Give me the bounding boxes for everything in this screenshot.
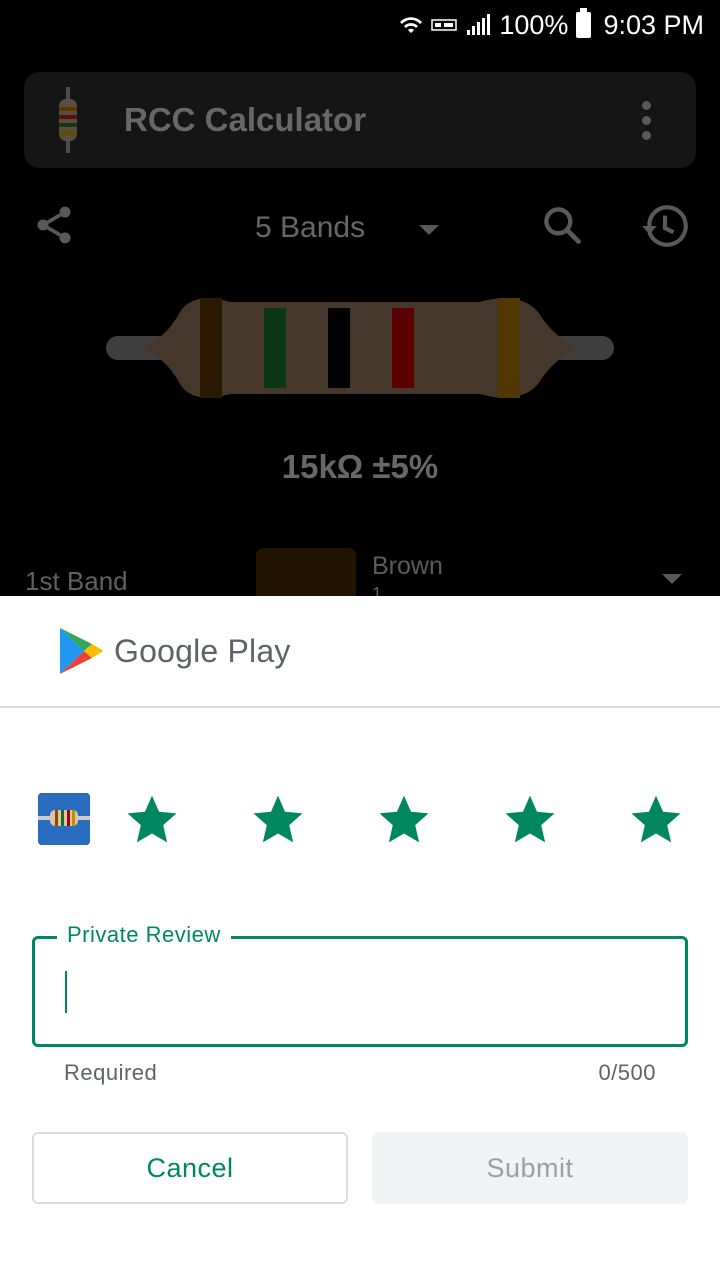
overflow-menu-icon[interactable] [626, 90, 666, 150]
star-1-icon[interactable] [123, 791, 181, 847]
battery-icon [576, 8, 592, 38]
network-type-icon [431, 16, 458, 34]
private-review-label: Private Review [57, 922, 231, 948]
star-5-icon[interactable] [627, 791, 685, 847]
resistor-graphic [106, 298, 614, 398]
toolbar-row: 5 Bands [0, 195, 720, 265]
chevron-down-icon [419, 225, 440, 235]
bands-dropdown[interactable]: 5 Bands [255, 211, 440, 245]
google-play-brand: Google Play [114, 632, 291, 669]
text-cursor [65, 971, 67, 1013]
chevron-down-icon [662, 574, 682, 584]
resistor-band-5 [498, 298, 520, 398]
resistor-band-1 [200, 298, 222, 398]
resistance-value: 15kΩ ±5% [281, 448, 439, 485]
status-bar: 100% 9:03 PM [0, 0, 720, 50]
submit-button[interactable]: Submit [372, 1132, 688, 1204]
required-hint: Required [64, 1060, 158, 1085]
band-color-swatch [256, 548, 356, 598]
app-title: RCC Calculator [124, 101, 367, 138]
app-icon [38, 793, 90, 845]
resistor-band-2 [264, 308, 286, 388]
google-play-header: Google Play [0, 596, 720, 708]
star-3-icon[interactable] [375, 791, 433, 847]
private-review-field[interactable]: Private Review [32, 922, 688, 1047]
character-counter: 0/500 [598, 1060, 656, 1085]
band-row-1st[interactable]: 1st Band Brown 1 [0, 548, 720, 604]
band-label: 1st Band [25, 566, 128, 596]
google-play-logo-icon [60, 628, 103, 674]
resistor-logo-icon [59, 87, 77, 153]
private-review-input[interactable] [63, 969, 663, 1013]
signal-icon [465, 13, 491, 37]
band-color-name: Brown [372, 552, 443, 580]
share-icon[interactable] [32, 203, 76, 247]
star-4-icon[interactable] [501, 791, 559, 847]
review-helper-row: Required 0/500 [64, 1060, 656, 1086]
clock: 9:03 PM [603, 9, 704, 40]
cancel-button[interactable]: Cancel [32, 1132, 348, 1204]
wifi-icon [399, 13, 423, 37]
star-2-icon[interactable] [249, 791, 307, 847]
bands-dropdown-label: 5 Bands [255, 211, 366, 244]
history-icon[interactable] [640, 201, 690, 251]
google-play-review-sheet: Google Play Private Review Required 0/50… [0, 596, 720, 1280]
app-bar: RCC Calculator [24, 72, 696, 168]
star-rating [0, 791, 720, 847]
battery-percent: 100% [499, 9, 569, 40]
resistor-band-3 [328, 308, 350, 388]
resistor-band-4 [392, 308, 414, 388]
search-icon[interactable] [540, 203, 584, 247]
